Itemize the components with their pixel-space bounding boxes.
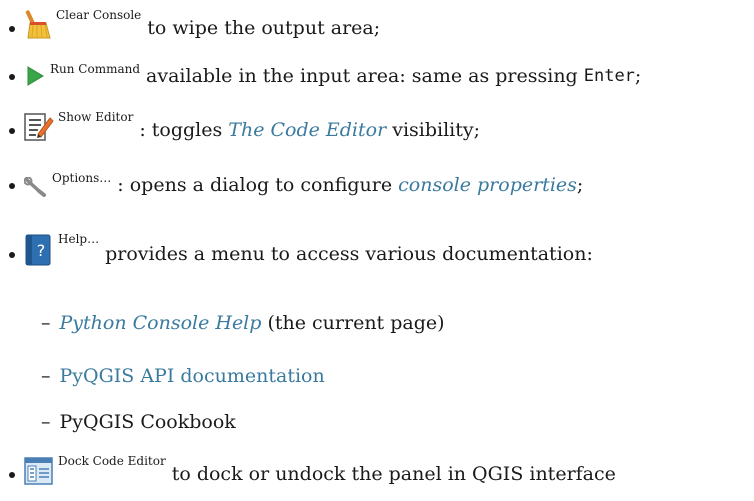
show-editor-text-before: : toggles xyxy=(139,119,229,141)
list-item-show-editor: Show Editor : toggles The Code Editor vi… xyxy=(9,110,481,142)
list-item-options: Options… : opens a dialog to configure c… xyxy=(9,171,584,197)
help-label: Help… xyxy=(58,232,100,246)
broom-icon xyxy=(24,10,52,40)
list-item-dock-code-editor: Dock Code Editor to dock or undock the p… xyxy=(9,454,616,486)
bullet xyxy=(9,252,15,258)
clear-console-label: Clear Console xyxy=(56,8,142,22)
bullet xyxy=(9,128,15,134)
svg-text:?: ? xyxy=(37,241,46,260)
list-item-run-command: Run Command available in the input area:… xyxy=(9,62,642,88)
dash: – xyxy=(41,365,51,387)
run-command-label: Run Command xyxy=(50,62,141,76)
run-arrow-icon xyxy=(24,64,46,88)
code-editor-link[interactable]: The Code Editor xyxy=(228,118,386,142)
options-text-before: : opens a dialog to configure xyxy=(117,174,399,196)
list-item-help: ? Help… provides a menu to access variou… xyxy=(9,232,593,266)
dock-code-editor-label: Dock Code Editor xyxy=(58,454,166,468)
enter-key: Enter xyxy=(583,66,635,86)
show-editor-text-after: visibility; xyxy=(386,119,481,141)
help-book-icon: ? xyxy=(24,234,54,266)
python-console-help-link[interactable]: Python Console Help xyxy=(60,312,262,334)
pyqgis-api-link[interactable]: PyQGIS API documentation xyxy=(60,365,325,387)
editor-icon xyxy=(24,112,54,142)
help-description: provides a menu to access various docume… xyxy=(105,243,593,265)
pyqgis-cookbook-text: PyQGIS Cookbook xyxy=(59,411,236,433)
dock-code-editor-description: to dock or undock the panel in QGIS inte… xyxy=(171,463,616,485)
options-label: Options… xyxy=(52,171,112,185)
dash: – xyxy=(41,312,51,334)
wrench-icon xyxy=(23,176,48,197)
sub-item-pyqgis-cookbook: – PyQGIS Cookbook xyxy=(41,410,236,434)
options-text-after: ; xyxy=(576,174,584,196)
python-console-help-note: (the current page) xyxy=(261,312,445,334)
clear-console-description: to wipe the output area; xyxy=(147,17,381,39)
console-properties-link[interactable]: console properties xyxy=(398,173,577,197)
sub-item-python-console-help: – Python Console Help (the current page) xyxy=(41,311,445,335)
list-item-clear-console: Clear Console to wipe the output area; xyxy=(9,8,381,40)
dock-editor-icon xyxy=(24,456,54,486)
bullet xyxy=(9,183,15,189)
bullet xyxy=(9,74,15,80)
sub-item-pyqgis-api: – PyQGIS API documentation xyxy=(41,364,325,388)
dash: – xyxy=(41,411,51,433)
bullet xyxy=(9,26,15,32)
run-command-description: available in the input area: same as pre… xyxy=(146,65,578,87)
show-editor-label: Show Editor xyxy=(58,110,134,124)
bullet xyxy=(9,472,15,478)
run-command-suffix: ; xyxy=(634,65,642,87)
